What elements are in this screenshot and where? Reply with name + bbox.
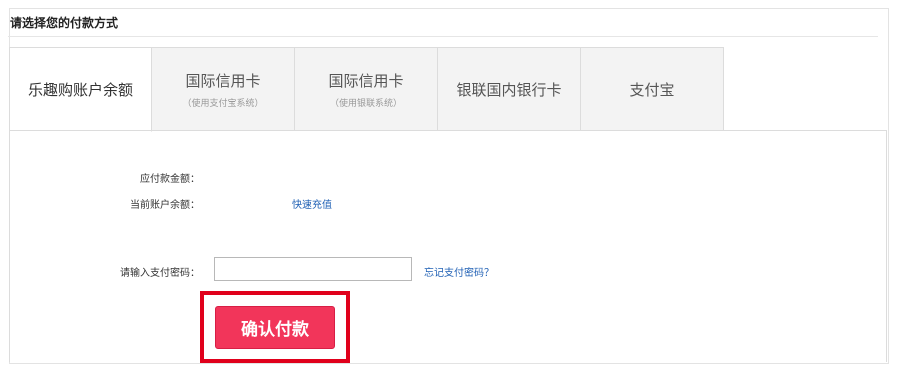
forgot-password-link[interactable]: 忘记支付密码？ [424,264,494,279]
title-divider [8,36,878,37]
tab-sublabel: （使用银联系统） [329,98,402,109]
tab-content [9,130,887,362]
tab-label: 国际信用卡 [328,71,404,90]
tab-sublabel: （使用支付宝系统） [182,98,264,109]
tab-label: 银联国内银行卡 [456,80,562,99]
tab-intl-card-unionpay[interactable]: 国际信用卡 （使用银联系统） [295,47,438,131]
recharge-link[interactable]: 快速充值 [292,196,332,211]
tab-label: 国际信用卡 [185,71,261,90]
tab-label: 乐趣购账户余额 [27,81,133,99]
confirm-payment-button[interactable]: 确认付款 [215,306,335,349]
tab-alipay[interactable]: 支付宝 [581,47,724,131]
balance-label: 当前账户余额： [130,200,200,211]
payment-tabs: 乐趣购账户余额 国际信用卡 （使用支付宝系统） 国际信用卡 （使用银联系统） 银… [9,47,724,132]
tab-unionpay-domestic[interactable]: 银联国内银行卡 [438,47,581,131]
tab-account-balance[interactable]: 乐趣购账户余额 [9,47,152,132]
amount-due-label: 应付款金额： [140,174,200,185]
page-title: 请选择您的付款方式 [10,16,119,30]
tab-intl-card-alipay[interactable]: 国际信用卡 （使用支付宝系统） [152,47,295,131]
payment-password-input[interactable] [214,257,412,281]
tab-label: 支付宝 [629,80,675,99]
password-label: 请输入支付密码： [120,268,200,279]
